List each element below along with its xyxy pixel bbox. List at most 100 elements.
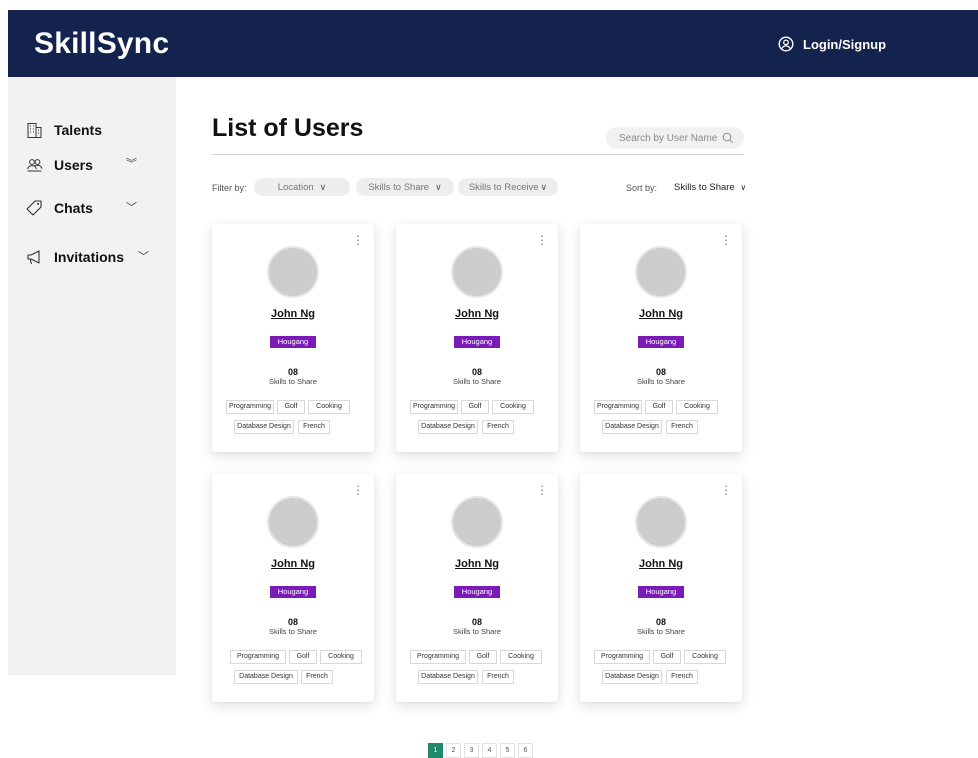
- user-name-link[interactable]: John Ng: [396, 308, 558, 320]
- filter-skills-share-label: Skills to Share: [368, 181, 430, 193]
- search-icon[interactable]: [722, 132, 734, 144]
- skill-tag: Database Design: [418, 420, 478, 434]
- user-card[interactable]: ⋮ John Ng Hougang 08 Skills to Share Pro…: [580, 224, 742, 452]
- skills-count-label: Skills to Share: [637, 377, 685, 386]
- user-card[interactable]: ⋮ John Ng Hougang 08 Skills to Share Pro…: [212, 224, 374, 452]
- skills-count: 08: [287, 617, 298, 627]
- skill-tag: Database Design: [602, 420, 662, 434]
- skill-tag: Programming: [230, 650, 286, 664]
- app-logo[interactable]: SkillSync: [34, 27, 169, 61]
- skill-tag: Cooking: [676, 400, 718, 414]
- skill-tag: Database Design: [602, 670, 662, 684]
- sidebar-item-invitations[interactable]: Invitations ﹀: [24, 247, 149, 267]
- location-badge: Hougang: [270, 586, 316, 598]
- skill-tag: Cooking: [308, 400, 350, 414]
- sidebar-item-label: Invitations: [54, 249, 125, 265]
- avatar: [635, 246, 687, 298]
- skills-count: 08: [471, 617, 482, 627]
- sort-dropdown[interactable]: Skills to Share ∨: [674, 182, 746, 193]
- avatar: [451, 496, 503, 548]
- skill-tag: French: [298, 420, 330, 434]
- skill-tag: French: [666, 420, 698, 434]
- chevron-down-icon[interactable]: ﹀: [138, 248, 149, 264]
- page-title: List of Users: [212, 114, 364, 142]
- page-button-2[interactable]: 2: [446, 743, 461, 758]
- filter-skills-receive-label: Skills to Receive: [468, 181, 539, 193]
- top-header: SkillSync Login/Signup: [8, 10, 978, 77]
- page-button-4[interactable]: 4: [482, 743, 497, 758]
- skill-tag: Programming: [410, 400, 458, 414]
- filter-location-label: Location: [277, 181, 314, 193]
- avatar: [635, 496, 687, 548]
- sidebar-item-users[interactable]: Users ︾: [24, 155, 137, 175]
- sidebar-item-label: Users: [54, 157, 93, 173]
- user-name-link[interactable]: John Ng: [212, 308, 374, 320]
- sort-value-label: Skills to Share: [674, 182, 735, 193]
- more-vertical-icon[interactable]: ⋮: [352, 484, 364, 496]
- chevron-down-icon: ∨: [319, 181, 327, 192]
- skills-count: 08: [471, 367, 482, 377]
- filter-skills-receive-dropdown[interactable]: Skills to Receive ∨: [458, 178, 558, 196]
- sidebar: Talents Users ︾ Chats ﹀ Invitations ﹀: [8, 77, 176, 675]
- skill-tag: Golf: [469, 650, 497, 664]
- user-card[interactable]: ⋮ John Ng Hougang 08 Skills to Share Pro…: [212, 474, 374, 702]
- more-vertical-icon[interactable]: ⋮: [352, 234, 364, 246]
- skill-tag: Golf: [289, 650, 317, 664]
- user-card[interactable]: ⋮ John Ng Hougang 08 Skills to Share Pro…: [396, 224, 558, 452]
- avatar: [267, 496, 319, 548]
- search-box[interactable]: [606, 127, 744, 149]
- more-vertical-icon[interactable]: ⋮: [720, 484, 732, 496]
- location-badge: Hougang: [638, 586, 684, 598]
- skill-tag: French: [482, 420, 514, 434]
- user-circle-icon: [778, 36, 794, 52]
- location-badge: Hougang: [454, 586, 500, 598]
- user-name-link[interactable]: John Ng: [396, 558, 558, 570]
- user-card[interactable]: ⋮ John Ng Hougang 08 Skills to Share Pro…: [580, 474, 742, 702]
- chevron-down-icon[interactable]: ﹀: [126, 199, 137, 215]
- skills-count: 08: [655, 617, 666, 627]
- title-divider: [212, 154, 744, 155]
- location-badge: Hougang: [270, 336, 316, 348]
- sidebar-item-talents[interactable]: Talents: [24, 120, 102, 140]
- skill-tag: French: [482, 670, 514, 684]
- skill-tag: Golf: [645, 400, 673, 414]
- skills-count-label: Skills to Share: [269, 377, 317, 386]
- user-name-link[interactable]: John Ng: [580, 558, 742, 570]
- search-input[interactable]: [619, 132, 717, 144]
- skill-tag: Cooking: [684, 650, 726, 664]
- skill-tag: Programming: [226, 400, 274, 414]
- skills-count: 08: [287, 367, 298, 377]
- page-button-5[interactable]: 5: [500, 743, 515, 758]
- more-vertical-icon[interactable]: ⋮: [536, 234, 548, 246]
- skills-count-label: Skills to Share: [453, 627, 501, 636]
- login-signup-button[interactable]: Login/Signup: [778, 36, 886, 52]
- megaphone-icon: [24, 247, 44, 267]
- building-icon: [24, 120, 44, 140]
- page-button-3[interactable]: 3: [464, 743, 479, 758]
- sidebar-item-label: Chats: [54, 200, 93, 216]
- skills-count: 08: [655, 367, 666, 377]
- filter-skills-share-dropdown[interactable]: Skills to Share ∨: [356, 178, 454, 196]
- sidebar-item-chats[interactable]: Chats ﹀: [24, 198, 137, 218]
- sort-label: Sort by:: [626, 183, 658, 193]
- location-badge: Hougang: [454, 336, 500, 348]
- more-vertical-icon[interactable]: ⋮: [536, 484, 548, 496]
- skill-tag: French: [666, 670, 698, 684]
- skill-tag: Cooking: [492, 400, 534, 414]
- chevron-down-icon[interactable]: ︾: [126, 155, 137, 171]
- skill-tag: Programming: [594, 650, 650, 664]
- skill-tag: Golf: [277, 400, 305, 414]
- page-button-1[interactable]: 1: [428, 743, 443, 758]
- page-button-6[interactable]: 6: [518, 743, 533, 758]
- chevron-down-icon: ∨: [740, 183, 747, 192]
- skill-tag: Cooking: [320, 650, 362, 664]
- login-signup-label: Login/Signup: [803, 36, 887, 52]
- user-name-link[interactable]: John Ng: [580, 308, 742, 320]
- user-card[interactable]: ⋮ John Ng Hougang 08 Skills to Share Pro…: [396, 474, 558, 702]
- skill-tag: Programming: [410, 650, 466, 664]
- user-name-link[interactable]: John Ng: [212, 558, 374, 570]
- skill-tag: Database Design: [234, 420, 294, 434]
- more-vertical-icon[interactable]: ⋮: [720, 234, 732, 246]
- sidebar-item-label: Talents: [54, 122, 102, 138]
- filter-location-dropdown[interactable]: Location ∨: [254, 178, 350, 196]
